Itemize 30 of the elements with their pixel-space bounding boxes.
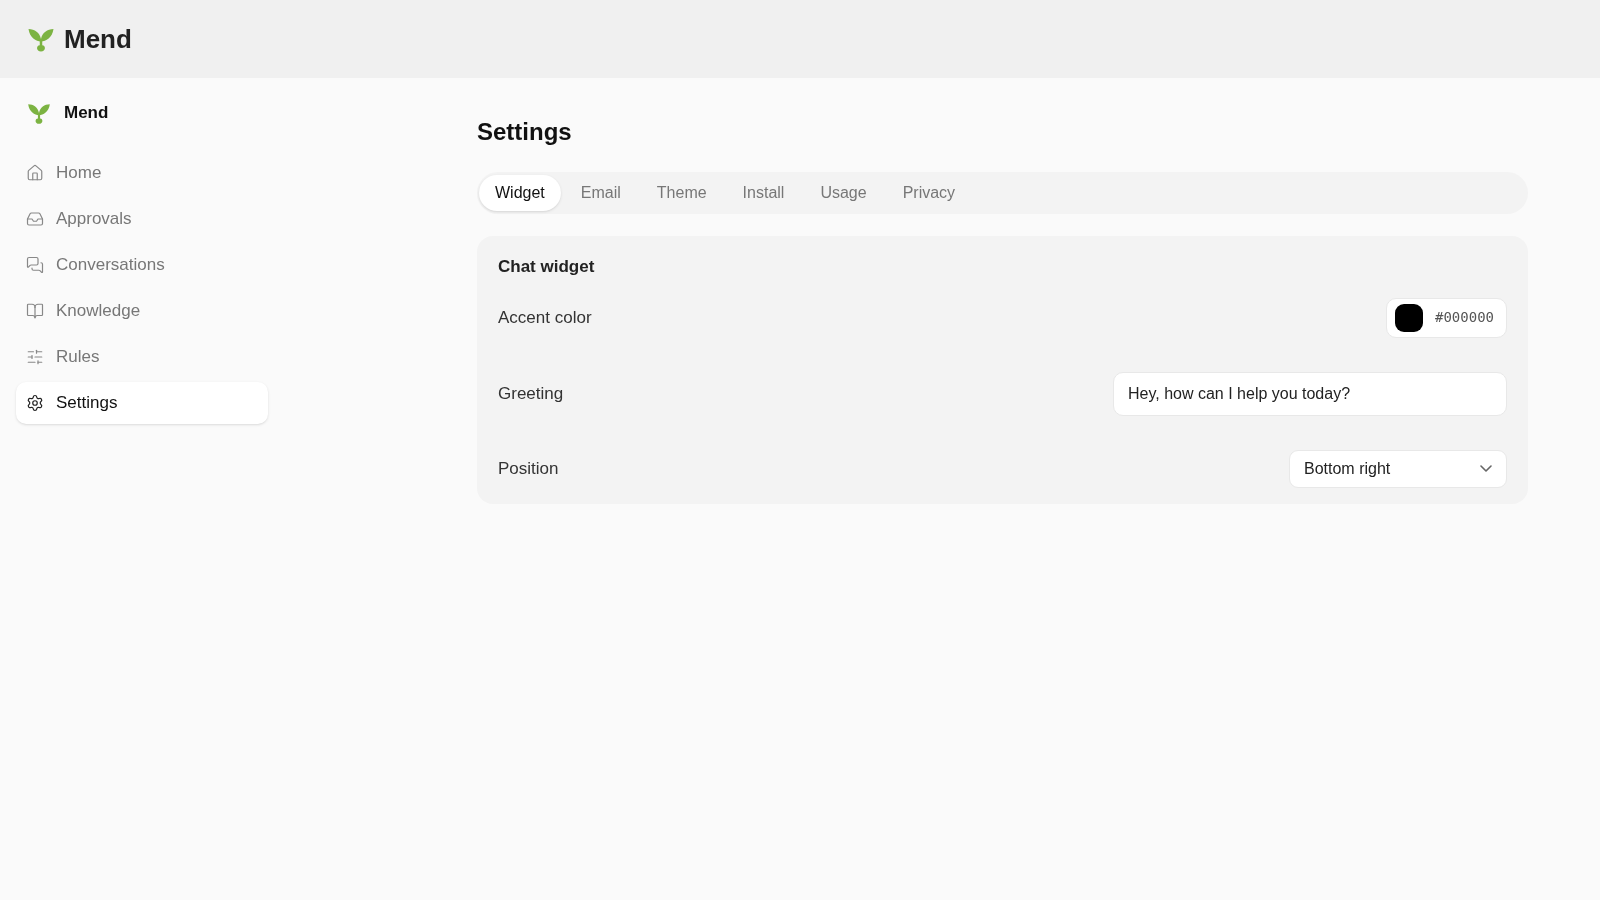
color-picker[interactable]: #000000: [1386, 297, 1507, 338]
sidebar-item[interactable]: Settings: [16, 382, 268, 424]
tab[interactable]: Widget: [479, 175, 561, 211]
tab[interactable]: Usage: [804, 175, 883, 211]
position-select[interactable]: Bottom right: [1289, 449, 1507, 488]
sliders-icon: [26, 348, 44, 366]
sidebar-item[interactable]: Conversations: [16, 244, 268, 286]
brand-name: Mend: [64, 22, 132, 56]
sidebar-item[interactable]: Knowledge: [16, 290, 268, 332]
page-title: Settings: [477, 117, 573, 147]
tab[interactable]: Theme: [640, 175, 723, 211]
tab[interactable]: Privacy: [886, 175, 972, 211]
sidebar-item[interactable]: Approvals: [16, 198, 268, 240]
tab[interactable]: Install: [726, 175, 801, 211]
color-value: #000000: [1435, 308, 1494, 327]
field-label: Accent color: [498, 306, 592, 329]
inbox-icon: [26, 210, 44, 228]
card-title: Chat widget: [498, 256, 596, 278]
sidebar-item[interactable]: Home: [16, 152, 268, 194]
chat-bubbles-icon: [26, 256, 44, 274]
field-label: Position: [498, 457, 559, 480]
tab[interactable]: Email: [564, 175, 637, 211]
greeting-field[interactable]: Hey, how can I help you today?: [1113, 371, 1507, 416]
book-icon: [26, 302, 44, 320]
home-icon: [26, 164, 44, 182]
field-label: Greeting: [498, 382, 564, 405]
sidebar-item[interactable]: Rules: [16, 336, 268, 378]
settings-icon: [26, 394, 44, 412]
chevron-down-icon: [1480, 465, 1492, 472]
sidebar-brand: Mend: [64, 102, 109, 125]
